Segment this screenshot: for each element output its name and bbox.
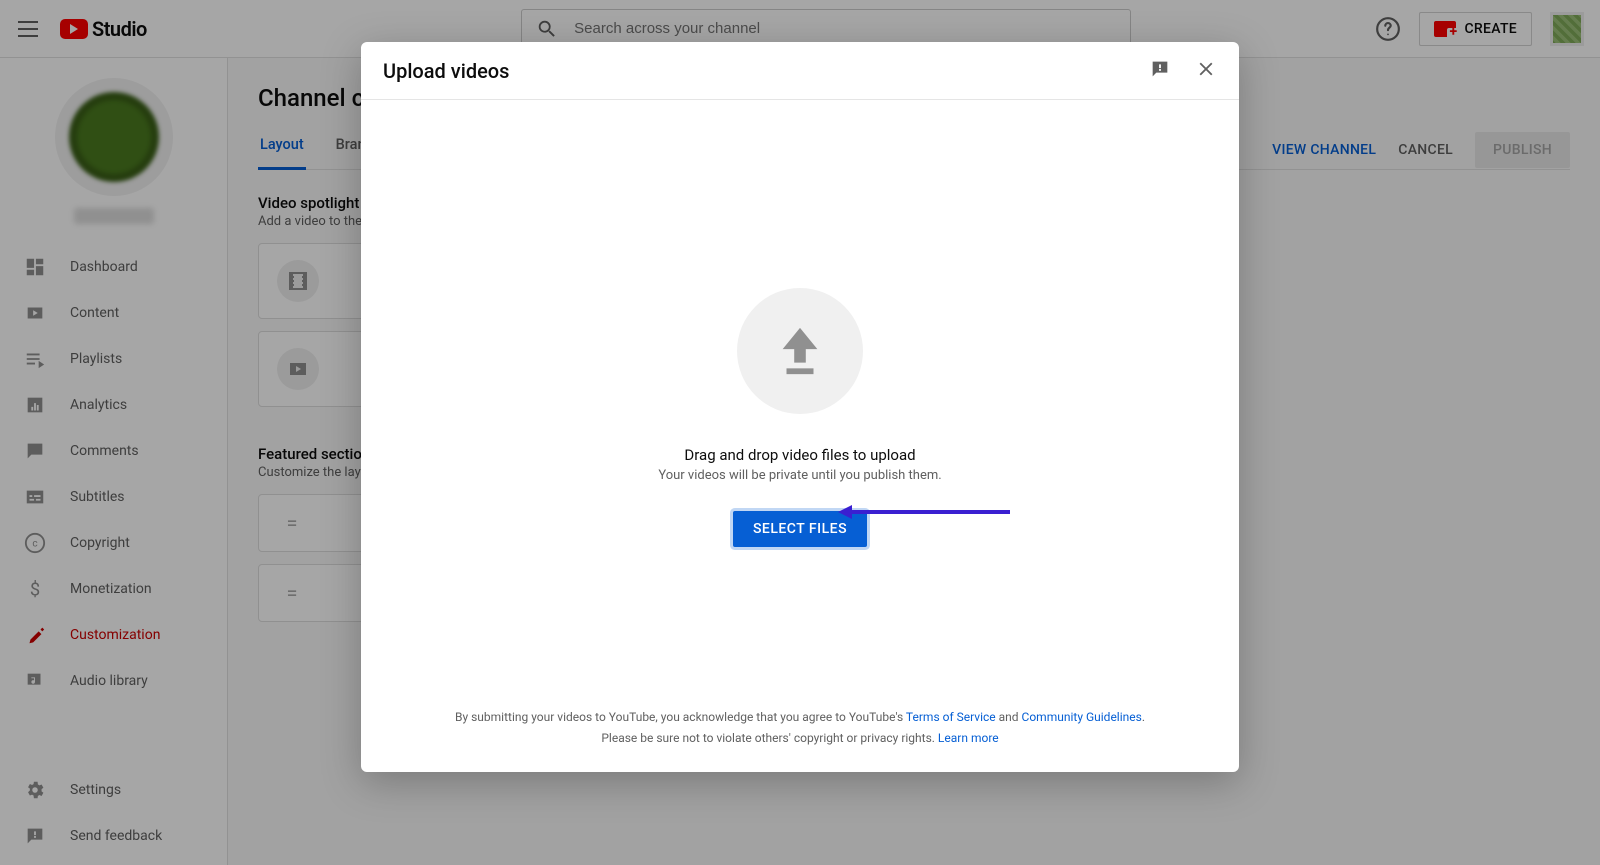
footer-text: Please be sure not to violate others' co… (601, 731, 938, 745)
community-guidelines-link[interactable]: Community Guidelines (1022, 710, 1142, 724)
drop-title: Drag and drop video files to upload (684, 446, 915, 464)
learn-more-link[interactable]: Learn more (938, 731, 999, 745)
dialog-footer: By submitting your videos to YouTube, yo… (361, 695, 1239, 772)
send-feedback-icon[interactable] (1149, 58, 1171, 84)
drop-subtitle: Your videos will be private until you pu… (658, 468, 941, 483)
upload-videos-dialog: Upload videos Drag and drop video files … (361, 42, 1239, 772)
close-icon[interactable] (1195, 58, 1217, 84)
footer-text: . (1142, 710, 1145, 724)
dialog-title: Upload videos (383, 59, 509, 83)
footer-text: and (996, 710, 1022, 724)
terms-of-service-link[interactable]: Terms of Service (906, 710, 996, 724)
upload-drop-zone[interactable] (737, 288, 863, 414)
select-files-button[interactable]: SELECT FILES (733, 511, 867, 547)
dialog-header: Upload videos (361, 42, 1239, 100)
footer-text: By submitting your videos to YouTube, yo… (455, 710, 906, 724)
dialog-body: Drag and drop video files to upload Your… (361, 100, 1239, 695)
upload-arrow-icon (776, 324, 824, 378)
